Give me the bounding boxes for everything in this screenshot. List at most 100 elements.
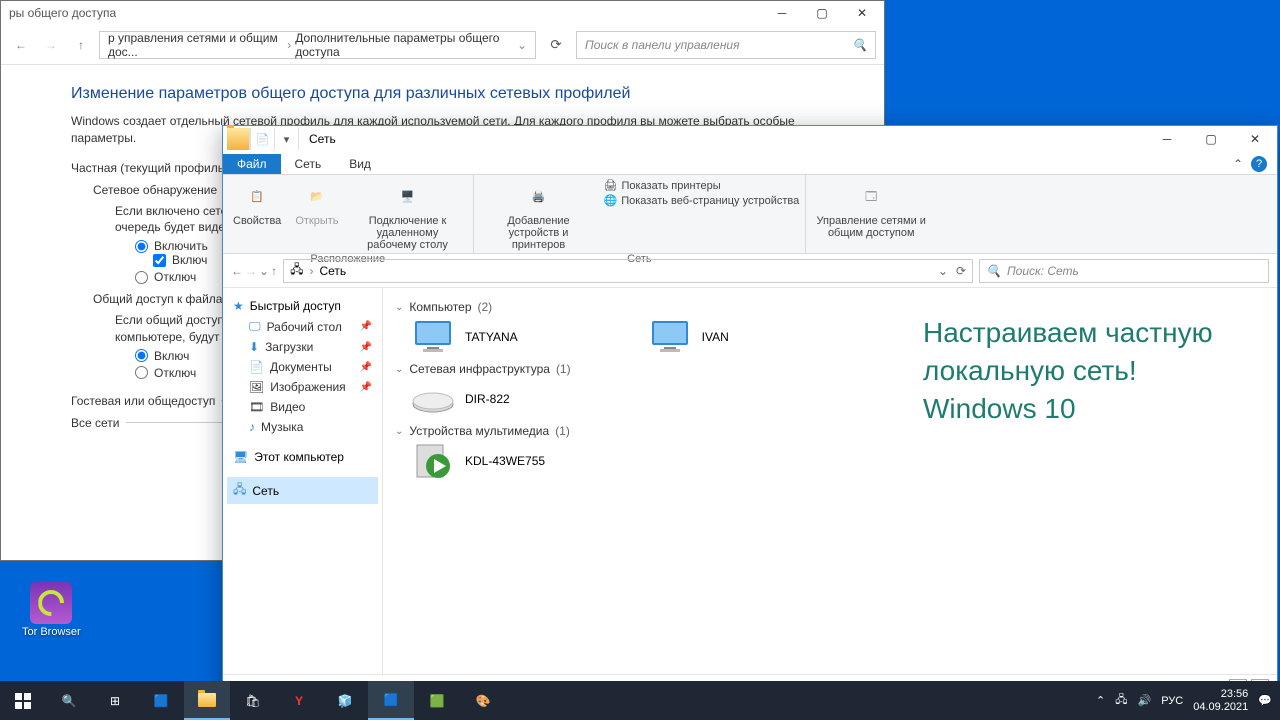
breadcrumb-seg[interactable]: р управления сетями и общим дос... [108,31,283,59]
close-button[interactable]: ✕ [842,1,882,25]
qat-properties-icon[interactable]: 📄 [251,128,275,150]
ribbon-collapse-icon[interactable]: ⌃ [1233,157,1243,171]
section-guest[interactable]: Гостевая или общедоступ [71,394,215,408]
nav-desktop[interactable]: 🖵Рабочий стол📌 [227,316,378,337]
tray-network-icon[interactable]: 🖧 [1115,691,1127,710]
clock-date: 04.09.2021 [1193,701,1248,714]
refresh-button[interactable]: ⟳ [542,31,570,59]
chevron-right-icon: › [287,38,291,52]
ribbon-network-center-button[interactable]: 🗔Управление сетями и общим доступом [812,179,930,241]
section-private[interactable]: Частная (текущий профиль) [71,161,228,175]
group-computers[interactable]: ⌄Компьютер (2) [395,300,1265,314]
icon-label: Tor Browser [22,626,81,638]
search-button[interactable]: 🔍 [46,681,92,720]
help-icon[interactable]: ? [1251,156,1267,172]
taskbar-edge[interactable]: 🟦 [138,681,184,720]
quick-access-toolbar: 📄 ▾ [227,128,299,150]
taskbar-app[interactable]: 🟦 [368,681,414,720]
tray-clock[interactable]: 23:56 04.09.2021 [1193,688,1248,713]
tray-volume-icon[interactable]: 🔊 [1138,694,1152,707]
back-button[interactable]: ← [231,264,243,278]
start-button[interactable] [0,681,46,720]
close-button[interactable]: ✕ [1233,126,1277,152]
nav-pictures[interactable]: 🖼Изображения📌 [227,377,378,397]
cp-breadcrumb[interactable]: р управления сетями и общим дос... › Доп… [99,31,536,59]
download-icon: ⬇ [249,340,259,354]
ex-titlebar: 📄 ▾ Сеть ─ ▢ ✕ [223,126,1277,152]
back-button[interactable]: ← [9,33,33,57]
nav-music[interactable]: ♪Музыка [227,417,378,437]
ribbon-show-webpage-button[interactable]: 🌐Показать веб-страницу устройства [604,194,800,207]
task-view-button[interactable]: ⊞ [92,681,138,720]
devices-icon: 🖨️ [523,181,555,213]
radio-netdisc-on[interactable] [135,240,148,253]
refresh-button[interactable]: ⟳ [956,264,966,278]
breadcrumb-dropdown[interactable]: ⌄ [938,264,948,278]
breadcrumb-seg[interactable]: Сеть [319,264,346,278]
radio-fileshare-off[interactable] [135,366,148,379]
chevron-down-icon[interactable]: ⌄ [517,38,527,52]
tor-browser-icon [30,582,72,624]
tray-notifications-icon[interactable]: 💬 [1258,694,1272,707]
recent-dropdown[interactable]: ⌄ [259,264,269,278]
nav-documents[interactable]: 📄Документы📌 [227,357,378,377]
forward-button[interactable]: → [245,264,257,278]
forward-button[interactable]: → [39,33,63,57]
ribbon-properties-button[interactable]: 📋Свойства [229,179,285,229]
desktop-icon-tor[interactable]: Tor Browser [22,582,81,638]
maximize-button[interactable]: ▢ [802,1,842,25]
breadcrumb-seg[interactable]: Дополнительные параметры общего доступа [295,31,513,59]
radio-netdisc-off[interactable] [135,271,148,284]
nav-videos[interactable]: 🎞Видео [227,397,378,417]
tray-chevron-icon[interactable]: ⌃ [1096,694,1105,707]
media-device-item[interactable]: KDL-43WE755 [411,442,545,480]
ex-breadcrumb[interactable]: 🖧 › Сеть ⌄ ⟳ [283,259,973,283]
taskbar-regedit[interactable]: 🧊 [322,681,368,720]
cp-address-bar: ← → ↑ р управления сетями и общим дос...… [1,25,884,65]
chevron-down-icon: ⌄ [395,426,403,437]
taskbar-explorer[interactable] [184,681,230,720]
taskbar-app2[interactable]: 🟩 [414,681,460,720]
cp-title: ры общего доступа [9,6,116,20]
up-button[interactable]: ↑ [271,264,277,278]
ribbon-show-printers-button[interactable]: 🖨Показать принтеры [604,179,800,192]
pictures-icon: 🖼 [249,380,264,394]
section-all-networks[interactable]: Все сети [71,416,120,430]
video-icon: 🎞 [249,400,264,414]
nav-downloads[interactable]: ⬇Загрузки📌 [227,337,378,357]
maximize-button[interactable]: ▢ [1189,126,1233,152]
taskbar-store[interactable]: 🛍 [230,681,276,720]
nav-network[interactable]: 🖧Сеть [227,477,378,504]
star-icon: ★ [233,299,244,313]
tab-view[interactable]: Вид [335,154,385,174]
up-button[interactable]: ↑ [69,33,93,57]
desktop-icon: 🖵 [249,319,261,334]
taskbar-paint[interactable]: 🎨 [460,681,506,720]
qat-dropdown-icon[interactable]: ▾ [275,128,299,150]
nav-quick-access[interactable]: ★Быстрый доступ [227,296,378,316]
content-pane: ⌄Компьютер (2) TATYANA IVAN ⌄Сетевая инф… [383,288,1277,674]
computer-item[interactable]: TATYANA [411,318,518,356]
ribbon-add-devices-button[interactable]: 🖨️Добавление устройств и принтеров [480,179,598,253]
ribbon-tabs: Файл Сеть Вид ⌃ ? [223,152,1277,174]
ex-search-input[interactable]: 🔍 Поиск: Сеть [979,259,1269,283]
ribbon-open-button[interactable]: 📂Открыть [291,179,342,229]
router-item[interactable]: DIR-822 [411,380,510,418]
taskbar-yandex[interactable]: Y [276,681,322,720]
pin-icon: 📌 [360,342,372,353]
pc-icon: 🖥 [233,450,248,464]
tab-file[interactable]: Файл [223,154,281,174]
radio-fileshare-on[interactable] [135,349,148,362]
computer-item[interactable]: IVAN [648,318,729,356]
nav-this-pc[interactable]: 🖥Этот компьютер [227,447,378,467]
cp-search-input[interactable]: Поиск в панели управления 🔍 [576,31,876,59]
tray-language[interactable]: РУС [1161,695,1183,707]
ribbon-rdp-button[interactable]: 🖥️Подключение к удаленному рабочему стол… [349,179,467,253]
radio-label: Включить [154,239,208,253]
minimize-button[interactable]: ─ [762,1,802,25]
item-label: TATYANA [465,330,518,344]
checkbox-auto-setup[interactable] [153,254,166,267]
cp-titlebar: ры общего доступа ─ ▢ ✕ [1,1,884,25]
tab-network[interactable]: Сеть [281,154,336,174]
minimize-button[interactable]: ─ [1145,126,1189,152]
